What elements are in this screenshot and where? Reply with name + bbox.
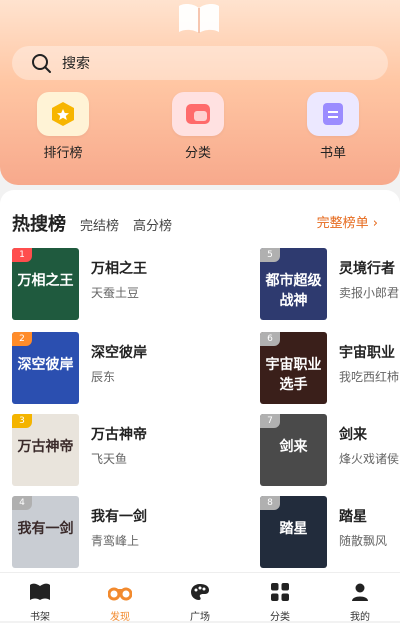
book-title: 灵境行者: [339, 261, 395, 277]
tab-top-rated[interactable]: 高分榜: [133, 215, 172, 234]
book-meta: 剑来 烽火戏诸侯: [339, 414, 399, 486]
book-author: 随散飘风: [339, 534, 388, 548]
nav-discover-label: 发现: [110, 612, 130, 623]
tab-completed[interactable]: 完结榜: [80, 215, 119, 234]
nav-bookshelf-label: 书架: [30, 612, 50, 623]
book-cover: 4 我有一剑: [12, 496, 79, 568]
rank-badge: 5: [260, 248, 280, 262]
category-icon: [172, 92, 224, 136]
discover-icon: [107, 587, 133, 601]
book-cover: 6 宇宙职业选手: [260, 332, 327, 404]
ranking-link[interactable]: 排行榜: [28, 92, 98, 161]
nav-discover[interactable]: 发现: [80, 573, 160, 623]
rank-badge: 6: [260, 332, 280, 346]
book-meta: 宇宙职业 我吃西红柿: [339, 332, 399, 404]
book-author: 烽火戏诸侯: [339, 452, 400, 466]
book-meta: 踏星 随散飘风: [339, 496, 387, 568]
book-item[interactable]: 8 踏星 踏星 随散飘风: [260, 496, 387, 568]
book-meta: 万古神帝 飞天鱼: [91, 414, 147, 486]
booklist-icon: [307, 92, 359, 136]
booklist-label: 书单: [319, 146, 346, 161]
book-cover: 3 万古神帝: [12, 414, 79, 486]
category-link[interactable]: 分类: [163, 92, 233, 161]
search-icon: [32, 54, 51, 73]
hero-banner: 搜索 排行榜 分类 书单: [0, 0, 400, 185]
hot-list-card: 热搜榜 完结榜 高分榜 完整榜单 › 1 万相之王 万相之王 天蚕土豆 5 都市超级战神灵…: [0, 190, 400, 572]
cover-title: 剑来: [279, 439, 308, 455]
book-cover: 2 深空彼岸: [12, 332, 79, 404]
nav-me-label: 我的: [350, 612, 370, 623]
book-author: 天蚕土豆: [91, 286, 140, 300]
bottom-nav: 书架 发现 广场 分类 我的: [0, 572, 400, 623]
rank-badge: 3: [12, 414, 32, 428]
ranking-label: 排行榜: [43, 146, 83, 161]
book-cover: 8 踏星: [260, 496, 327, 568]
rank-badge: 1: [12, 248, 32, 262]
nav-category[interactable]: 分类: [240, 573, 320, 623]
book-meta: 灵境行者 卖报小郎君: [339, 248, 399, 320]
rank-badge: 4: [12, 496, 32, 510]
cover-title: 踏星: [279, 521, 308, 537]
book-item[interactable]: 6 宇宙职业选手 宇宙职业 我吃西红柿: [260, 332, 399, 404]
palette-icon: [191, 584, 209, 600]
book-author: 卖报小郎君: [339, 286, 400, 300]
book-title: 深空彼岸: [91, 345, 147, 361]
cover-title: 我有一剑: [17, 521, 74, 537]
category-label: 分类: [184, 146, 211, 161]
search-bar[interactable]: 搜索: [12, 46, 388, 80]
cover-title: 万古神帝: [17, 439, 74, 455]
cover-title: 深空彼岸: [17, 357, 74, 373]
rank-badge: 2: [12, 332, 32, 346]
search-placeholder: 搜索: [62, 56, 90, 72]
book-author: 辰东: [91, 370, 116, 384]
book-title: 宇宙职业: [339, 345, 395, 361]
book-item[interactable]: 4 我有一剑 我有一剑 青鸾峰上: [12, 496, 147, 568]
full-list-link[interactable]: 完整榜单 ›: [317, 212, 378, 231]
book-meta: 深空彼岸 辰东: [91, 332, 147, 404]
book-cover: 5 都市超级战神: [260, 248, 327, 320]
person-icon: [352, 583, 368, 601]
open-book-icon: [179, 3, 219, 33]
book-author: 飞天鱼: [91, 452, 128, 466]
book-cover: 1 万相之王: [12, 248, 79, 320]
tab-hot-search[interactable]: 热搜榜: [12, 210, 66, 236]
ranking-tabs: 热搜榜 完结榜 高分榜: [12, 210, 172, 236]
cover-title: 万相之王: [17, 273, 74, 289]
book-author: 青鸾峰上: [91, 534, 140, 548]
book-title: 剑来: [339, 427, 367, 443]
cover-title: 都市超级战神: [265, 273, 322, 309]
ranking-badge-icon: [37, 92, 89, 136]
book-item[interactable]: 5 都市超级战神 灵境行者 卖报小郎君: [260, 248, 399, 320]
nav-bookshelf[interactable]: 书架: [0, 573, 80, 623]
nav-me[interactable]: 我的: [320, 573, 400, 623]
book-title: 踏星: [339, 509, 367, 525]
rank-badge: 8: [260, 496, 280, 510]
book-title: 万古神帝: [91, 427, 147, 443]
book-meta: 万相之王 天蚕土豆: [91, 248, 147, 320]
nav-plaza-label: 广场: [190, 612, 210, 623]
book-item[interactable]: 2 深空彼岸 深空彼岸 辰东: [12, 332, 147, 404]
book-item[interactable]: 7 剑来 剑来 烽火戏诸侯: [260, 414, 399, 486]
book-title: 我有一剑: [91, 509, 147, 525]
book-author: 我吃西红柿: [339, 370, 400, 384]
bookshelf-icon: [30, 583, 50, 600]
book-title: 万相之王: [91, 261, 147, 277]
nav-category-label: 分类: [270, 612, 290, 623]
nav-plaza[interactable]: 广场: [160, 573, 240, 623]
cover-title: 宇宙职业选手: [265, 357, 322, 393]
rank-badge: 7: [260, 414, 280, 428]
book-item[interactable]: 1 万相之王 万相之王 天蚕土豆: [12, 248, 147, 320]
grid-icon: [271, 583, 289, 601]
booklist-link[interactable]: 书单: [298, 92, 368, 161]
book-meta: 我有一剑 青鸾峰上: [91, 496, 147, 568]
book-cover: 7 剑来: [260, 414, 327, 486]
book-item[interactable]: 3 万古神帝 万古神帝 飞天鱼: [12, 414, 147, 486]
